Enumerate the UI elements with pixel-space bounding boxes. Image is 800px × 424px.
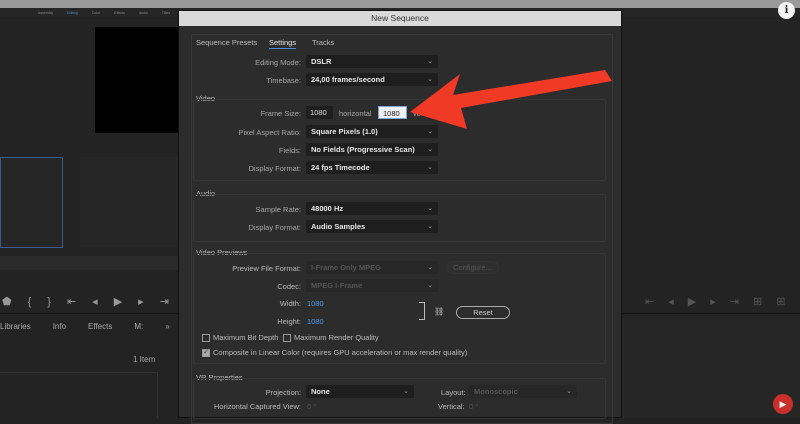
annotation-arrow bbox=[410, 70, 612, 129]
red-arrow-icon bbox=[410, 70, 612, 129]
